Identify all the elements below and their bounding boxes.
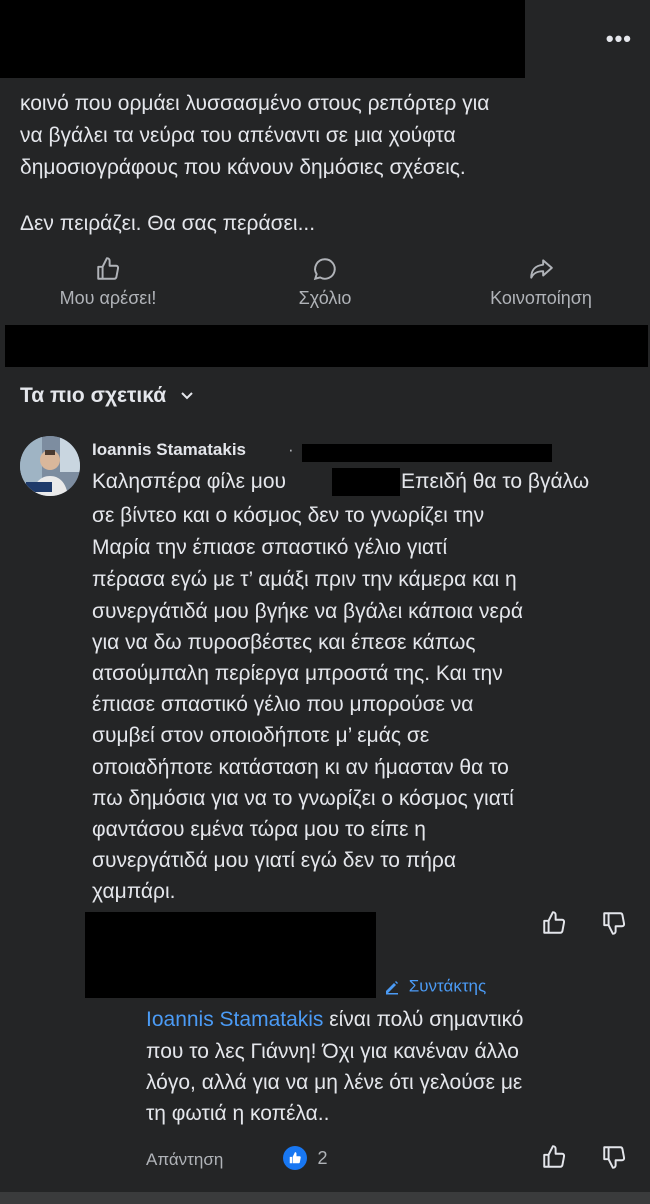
avatar-image (20, 436, 80, 496)
comment-line: οποιαδήποτε κατάσταση κι αν ήμασταν θα τ… (92, 756, 509, 779)
comment-like-icon[interactable] (541, 910, 567, 936)
thumbs-up-icon (97, 257, 120, 280)
sort-label: Τα πιο σχετικά (20, 384, 167, 407)
chevron-down-icon (181, 392, 193, 400)
share-arrow-icon (530, 259, 553, 279)
reply-button[interactable]: Απάντηση (146, 1150, 223, 1170)
comment-dislike-icon[interactable] (601, 910, 627, 936)
reply-text: είναι πολύ σημαντικό (323, 1008, 524, 1031)
redacted-header (0, 0, 525, 78)
comment-line: Επειδή θα το βγάλω (401, 470, 590, 493)
reply-line: Ioannis Stamatakis είναι πολύ σημαντικό (146, 1004, 524, 1035)
comment-line: ατσούμπαλη περίεργα μπροστά της. Και την (92, 662, 503, 685)
more-options-icon[interactable]: ••• (606, 26, 632, 52)
post-text-line: δημοσιογράφους που κάνουν δημόσιες σχέσε… (20, 156, 466, 179)
comment-line: Καλησπέρα φίλε μου (92, 470, 287, 493)
share-label: Κοινοποίηση (490, 288, 592, 308)
redacted-bar (5, 325, 648, 367)
comment-line: πέρασα εγώ με τ’ αμάξι πριν την κάμερα κ… (92, 568, 517, 591)
comment-line: σε βίντεο και ο κόσμος δεν το γνωρίζει τ… (92, 504, 485, 527)
post-text-line: να βγάλει τα νεύρα του απέναντι σε μια χ… (20, 124, 456, 147)
comment-line: για να δω πυροσβέστες και έπεσε κάπως (92, 631, 476, 654)
pencil-icon (386, 980, 398, 995)
reply-line: τη φωτιά η κοπέλα.. (146, 1102, 330, 1125)
post-text-line: κοινό που ορμάει λυσσασμένο στους ρεπόρτ… (20, 92, 490, 115)
comment-button[interactable]: Σχόλιο (225, 256, 425, 309)
share-button[interactable]: Κοινοποίηση (441, 256, 641, 309)
like-label: Μου αρέσει! (59, 288, 157, 308)
editor-badge-label: Συντάκτης (408, 976, 487, 996)
comment-author[interactable]: Ioannis Stamatakis (92, 440, 246, 460)
bottom-divider (0, 1192, 650, 1204)
author-separator: · (288, 440, 294, 459)
comment-line: συνεργάτιδά μου γιατί εγώ δεν το πήρα (92, 849, 456, 872)
like-reaction-icon (283, 1146, 307, 1170)
comment-line: συμβεί στον οποιοδήποτε μ’ εμάς σε (92, 724, 430, 747)
editor-badge: Συντάκτης (384, 976, 486, 997)
sort-comments-dropdown[interactable]: Τα πιο σχετικά (20, 384, 194, 408)
comment-line: Μαρία την έπιασε σπαστικό γέλιο γιατί (92, 536, 448, 559)
redacted-name (332, 468, 400, 496)
reply-mention-link[interactable]: Ioannis Stamatakis (146, 1008, 323, 1031)
reply-dislike-icon[interactable] (601, 1144, 627, 1170)
comment-bubble-icon (313, 258, 336, 281)
post-text-line: Δεν πειράζει. Θα σας περάσει... (20, 212, 316, 235)
like-count: 2 (317, 1147, 328, 1168)
redacted-timestamp (302, 444, 552, 462)
comment-line: συνεργάτιδά μου βγήκε να βγάλει κάποια ν… (92, 600, 523, 623)
comment-line: έπιασε σπαστικό γέλιο που μπορούσε να (92, 693, 474, 716)
comment-label: Σχόλιο (298, 288, 352, 308)
redacted-reply-author (85, 912, 376, 998)
reply-line: που το λες Γιάννη! Όχι για κανέναν άλλο (146, 1040, 519, 1063)
comment-line: φαντάσου εμένα τώρα μου το είπε η (92, 818, 426, 841)
reply-line: λόγο, αλλά για να μη λένε ότι γελούσε με (146, 1071, 523, 1094)
reply-like-icon[interactable] (541, 1144, 567, 1170)
avatar[interactable] (20, 436, 80, 496)
comment-line: πω δημόσια για να το γνωρίζει ο κόσμος γ… (92, 787, 514, 810)
like-button[interactable]: Μου αρέσει! (8, 256, 208, 309)
comment-line: χαμπάρι. (92, 880, 176, 903)
reaction-summary[interactable]: 2 (283, 1146, 327, 1170)
